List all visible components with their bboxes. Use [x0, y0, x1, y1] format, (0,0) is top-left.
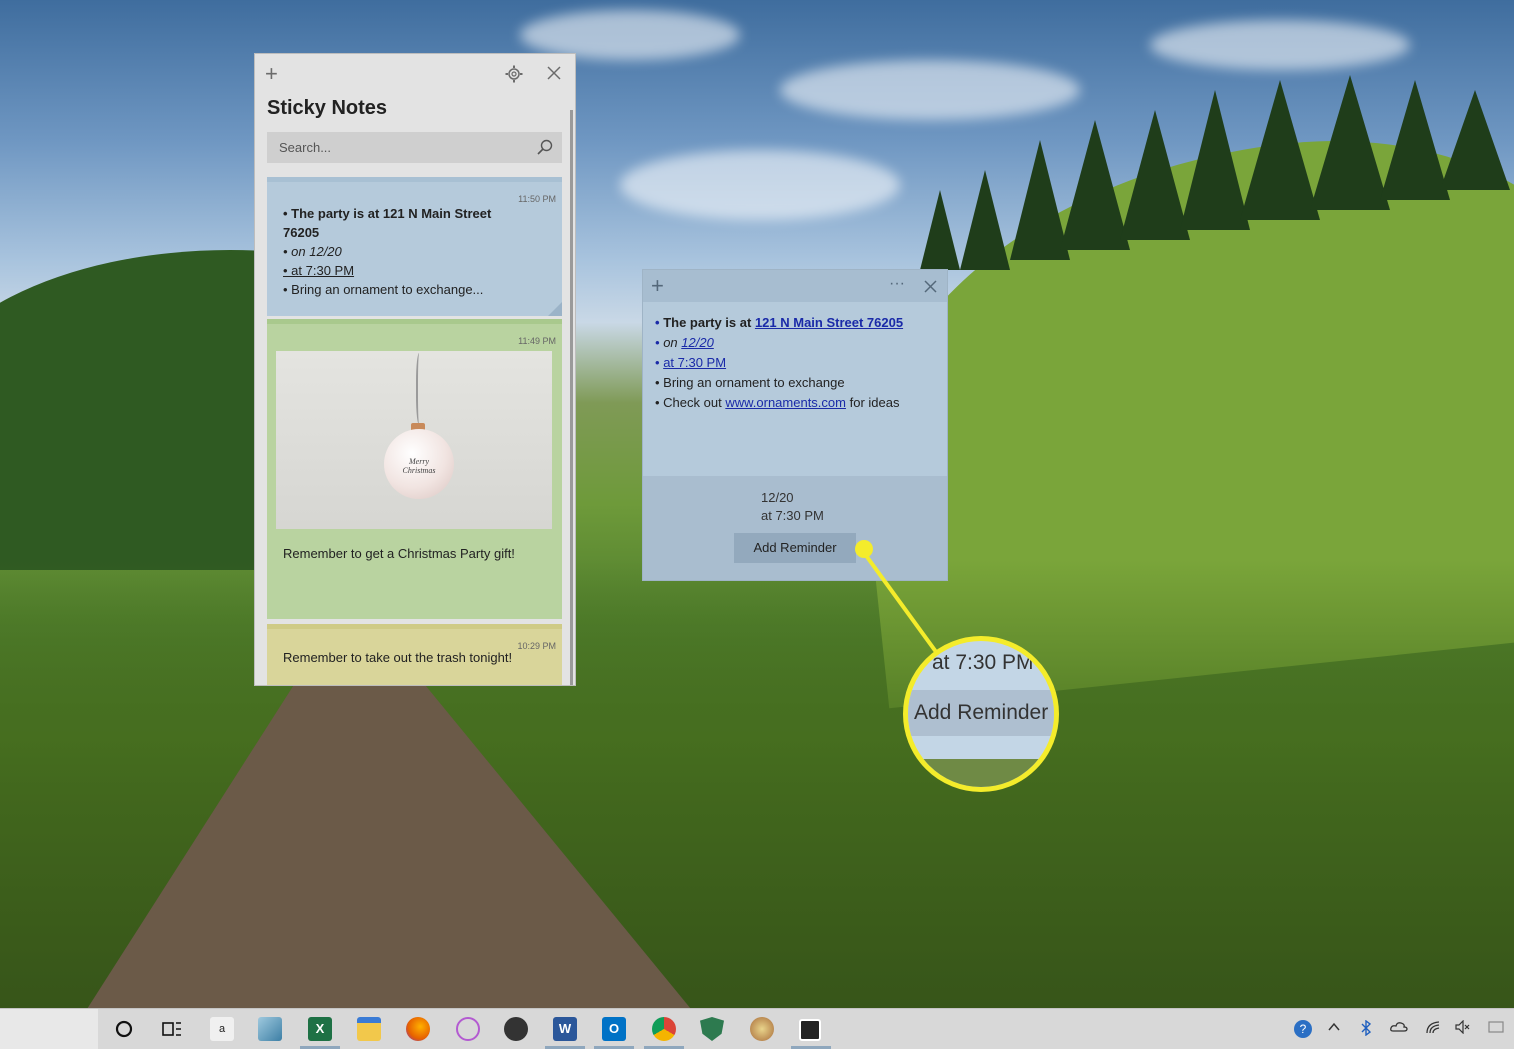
page-fold: [548, 302, 562, 316]
note-line: • The party is at 121 N Main Street: [283, 206, 492, 221]
note-card-trash[interactable]: 10:29 PM Remember to take out the trash …: [267, 624, 562, 685]
paint-icon[interactable]: [750, 1017, 774, 1041]
bluetooth-icon[interactable]: [1360, 1020, 1372, 1036]
note-timestamp: 11:50 PM: [518, 194, 556, 204]
address-link[interactable]: 121 N Main Street 76205: [755, 315, 903, 330]
note-line-ornament: • Bring an ornament to exchange: [655, 375, 845, 390]
note-line: • on 12/20: [283, 244, 342, 259]
search-placeholder: Search...: [279, 140, 332, 155]
note-line: • Bring an ornament to exchange...: [283, 282, 484, 297]
callout-magnifier: at 7:30 PM Add Reminder: [903, 636, 1059, 792]
website-link[interactable]: www.ornaments.com: [725, 395, 846, 410]
time-link[interactable]: at 7:30 PM: [663, 355, 726, 370]
search-input[interactable]: Search...: [267, 132, 562, 163]
taskbar-search-box[interactable]: [0, 1009, 98, 1049]
note-card-party[interactable]: 11:50 PM • The party is at 121 N Main St…: [267, 177, 562, 316]
magnified-time: at 7:30 PM: [932, 651, 1034, 674]
more-options-icon[interactable]: ···: [889, 275, 905, 293]
task-view-icon[interactable]: [160, 1017, 184, 1041]
help-icon[interactable]: ?: [1294, 1020, 1312, 1038]
chrome-icon[interactable]: [652, 1017, 676, 1041]
note-timestamp: 11:49 PM: [518, 336, 556, 346]
ornament-ball: Merry Christmas: [384, 429, 454, 499]
add-reminder-button[interactable]: Add Reminder: [734, 533, 856, 563]
scrollbar[interactable]: [570, 110, 573, 685]
excel-icon[interactable]: X: [308, 1017, 332, 1041]
reminder-time: at 7:30 PM: [761, 508, 824, 523]
new-note-plus-icon[interactable]: +: [265, 63, 278, 85]
sticky-notes-icon[interactable]: [799, 1019, 821, 1041]
sticky-notes-list-window: + Sticky Notes Search... 11:50 PM • The …: [255, 54, 575, 685]
note-card-gift[interactable]: 11:49 PM Merry Christmas Remember to get…: [267, 319, 562, 619]
defender-icon[interactable]: [700, 1017, 724, 1041]
ornament-text: Merry Christmas: [402, 457, 436, 475]
magnified-grass: [908, 759, 1054, 787]
reminder-date: 12/20: [761, 490, 794, 505]
note-line-date: • on 12/20: [655, 335, 714, 350]
taskbar: a X W O ?: [0, 1008, 1514, 1049]
amazon-icon[interactable]: a: [210, 1017, 234, 1041]
app-title: Sticky Notes: [267, 97, 388, 119]
store-icon[interactable]: [258, 1017, 282, 1041]
wifi-icon[interactable]: [1425, 1020, 1441, 1034]
note-timestamp: 10:29 PM: [517, 641, 556, 651]
note-text: Remember to get a Christmas Party gift!: [283, 546, 515, 561]
snipping-icon[interactable]: [456, 1017, 480, 1041]
cortana-icon[interactable]: [112, 1017, 136, 1041]
new-note-plus-icon[interactable]: +: [651, 275, 664, 297]
cloud: [520, 10, 740, 60]
firefox-icon[interactable]: [406, 1017, 430, 1041]
volume-muted-icon[interactable]: [1455, 1020, 1471, 1034]
word-icon[interactable]: W: [553, 1017, 577, 1041]
note-line-time: • at 7:30 PM: [655, 355, 727, 370]
note-title-bar: + ···: [643, 270, 947, 302]
note-line-website: • Check out www.ornaments.com for ideas: [655, 395, 900, 410]
reminder-insight-panel: 12/20 at 7:30 PM: [643, 476, 947, 580]
open-note-window: + ··· • The party is at 121 N Main Stree…: [643, 270, 947, 580]
ornament-image: Merry Christmas: [276, 351, 552, 529]
notification-icon[interactable]: [1488, 1020, 1504, 1034]
list-title-bar: +: [255, 54, 575, 94]
magnified-add-reminder-button: Add Reminder: [908, 690, 1054, 736]
chevron-up-icon[interactable]: [1327, 1020, 1341, 1034]
callout-pointer-dot: [855, 540, 873, 558]
outlook-icon[interactable]: O: [602, 1017, 626, 1041]
close-icon[interactable]: [924, 280, 937, 293]
ornament-ribbon: [416, 353, 424, 425]
photos-icon[interactable]: [504, 1017, 528, 1041]
tree-line: [920, 75, 1510, 270]
cloud: [1150, 20, 1410, 70]
close-icon[interactable]: [547, 66, 561, 80]
cloud: [620, 150, 900, 220]
settings-gear-icon[interactable]: [505, 65, 523, 83]
note-line: 76205: [283, 225, 320, 240]
file-explorer-icon[interactable]: [357, 1017, 381, 1041]
search-icon[interactable]: [536, 138, 554, 156]
note-line-address: • The party is at 121 N Main Street 7620…: [655, 315, 904, 330]
note-line: • at 7:30 PM: [283, 263, 355, 278]
date-link[interactable]: 12/20: [681, 335, 714, 350]
onedrive-icon[interactable]: [1390, 1020, 1408, 1034]
note-text: Remember to take out the trash tonight!: [283, 650, 513, 665]
